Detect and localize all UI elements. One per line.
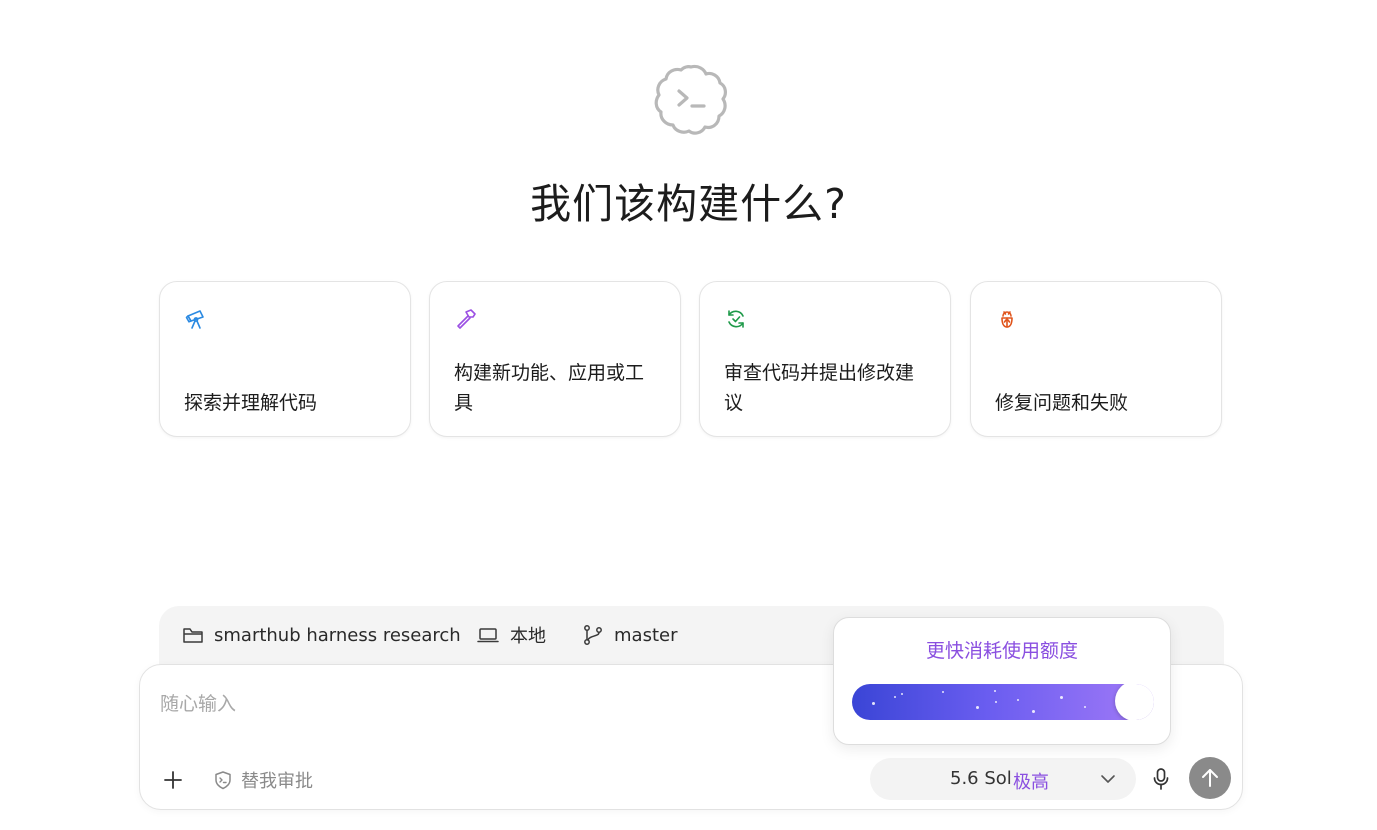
sparkle (872, 702, 875, 705)
sparkle (942, 691, 944, 693)
branch-name: master (614, 624, 678, 646)
fast-mode-toggle[interactable] (852, 684, 1154, 720)
laptop-icon (477, 628, 499, 643)
sparkle (894, 696, 896, 698)
arrow-up-icon (1202, 769, 1218, 787)
plus-icon (164, 771, 182, 789)
suggestion-card-label: 修复问题和失败 (995, 392, 1129, 414)
suggestion-card-label: 构建新功能、应用或工具 (454, 362, 645, 414)
suggestion-card-explore[interactable]: 探索并理解代码 (159, 281, 411, 437)
bug-icon (1001, 311, 1013, 328)
hammer-icon (457, 309, 476, 329)
prompt-input[interactable] (158, 685, 822, 723)
voice-input-button[interactable] (1146, 764, 1176, 794)
shield-terminal-icon (215, 771, 231, 790)
suggestion-card-fix[interactable]: 修复问题和失败 (970, 281, 1222, 437)
send-button[interactable] (1189, 757, 1231, 799)
environment-name: 本地 (510, 626, 546, 647)
telescope-icon (185, 310, 204, 329)
project-name: smarthub harness research (214, 624, 461, 646)
hero-title: 我们该构建什么? (530, 180, 847, 228)
speed-popover-title: 更快消耗使用额度 (925, 640, 1078, 662)
model-effort: 极高 (1013, 772, 1049, 793)
suggestion-card-review[interactable]: 审查代码并提出修改建议 (699, 281, 951, 437)
git-branch-icon (584, 625, 602, 645)
chevron-down-icon (1101, 775, 1115, 783)
suggestion-card-build[interactable]: 构建新功能、应用或工具 (429, 281, 681, 437)
sparkle (1017, 699, 1019, 701)
speed-popover: 更快消耗使用额度 (833, 617, 1171, 745)
model-name: 5.6 Sol (950, 768, 1012, 789)
model-selector[interactable]: 5.6 Sol 极高 (870, 758, 1136, 800)
microphone-icon (1153, 768, 1169, 790)
toggle-knob (1115, 684, 1154, 720)
folder-icon (183, 628, 203, 643)
app-logo-icon (654, 64, 727, 135)
auto-approve-label: 替我审批 (241, 771, 313, 792)
project-selector[interactable]: smarthub harness research (182, 620, 461, 650)
sparkle (995, 701, 997, 703)
app-root: 我们该构建什么? 探索并理解代码 构建新功能、应用或工具 审查代码并提出修改建议… (0, 0, 1377, 830)
sparkle (901, 693, 903, 695)
environment-selector[interactable]: 本地 (476, 620, 546, 650)
add-attachment-button[interactable] (158, 765, 188, 795)
sparkle (994, 690, 996, 692)
suggestion-card-label: 探索并理解代码 (184, 392, 318, 414)
auto-approve-button[interactable]: 替我审批 (213, 765, 313, 795)
sparkle (976, 706, 979, 709)
branch-selector[interactable]: master (582, 620, 677, 650)
suggestion-card-label: 审查代码并提出修改建议 (724, 362, 915, 414)
sparkle (1084, 706, 1086, 708)
sparkle (1032, 710, 1035, 713)
sparkle (1060, 696, 1063, 699)
refresh-check-icon (728, 310, 744, 328)
